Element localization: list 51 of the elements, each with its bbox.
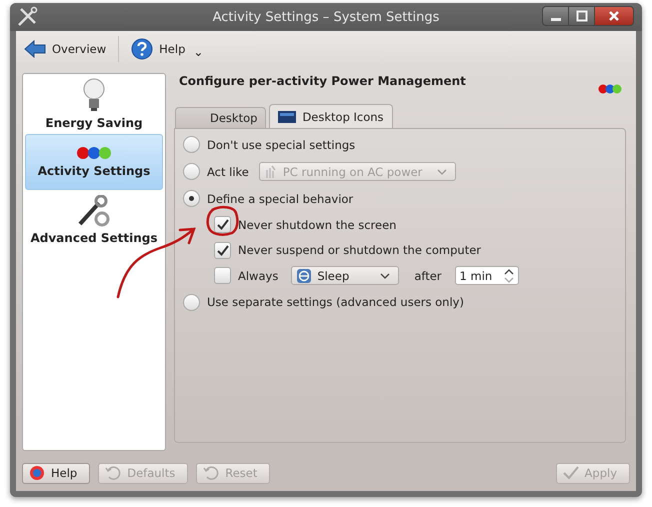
undo-icon [203, 466, 220, 480]
radio-button[interactable] [183, 163, 200, 180]
page-heading: Configure per-activity Power Management [179, 74, 466, 88]
undo-icon [105, 466, 122, 480]
option-label[interactable]: Act like [207, 164, 249, 178]
window-title: Activity Settings – System Settings [212, 10, 440, 24]
checkmark-icon [562, 466, 579, 480]
sidebar-item[interactable]: Activity Settings [25, 134, 163, 190]
checkbox-label[interactable]: Never suspend or shutdown the computer [238, 243, 482, 258]
spin-arrows-icon [504, 268, 514, 283]
wrench-gear-icon [77, 195, 111, 227]
checkbox[interactable] [214, 242, 231, 259]
battery-icon [264, 164, 277, 178]
option-label[interactable]: Define a special behavior [207, 192, 354, 206]
checkbox[interactable] [214, 216, 231, 234]
tab[interactable]: Desktop Icons [269, 104, 393, 128]
duration-spinbox[interactable]: 1 min [454, 266, 519, 286]
dropdown-arrow[interactable]: ⌄ [193, 45, 204, 59]
tab[interactable]: Desktop [175, 107, 266, 128]
chevron-down-icon [436, 168, 447, 174]
action-dropdown[interactable]: Sleep [291, 266, 400, 286]
toolbar-button[interactable]: Overview [20, 37, 110, 61]
activities-icon [598, 84, 622, 94]
minimize-button[interactable] [542, 6, 568, 26]
chevron-down-icon [380, 272, 390, 279]
toolbar-button[interactable]: Help [127, 36, 190, 62]
radio-button[interactable] [183, 136, 200, 153]
sidebar-item[interactable]: Advanced Settings [25, 192, 163, 248]
option-label[interactable]: Use separate settings (advanced users only) [207, 295, 464, 309]
desktop-icon [278, 110, 296, 122]
checkbox[interactable] [214, 267, 231, 284]
tools-icon [16, 6, 38, 28]
maximize-icon [576, 10, 588, 22]
sidebar-item[interactable]: Energy Saving [25, 76, 163, 132]
after-label: after [414, 268, 442, 283]
radio-button[interactable] [183, 190, 200, 207]
activities-icon [76, 146, 112, 160]
lifebuoy-icon [29, 465, 45, 481]
back-arrow-icon [24, 39, 46, 59]
help-icon [131, 38, 154, 60]
close-icon [608, 10, 620, 22]
light-bulb-icon [82, 78, 106, 112]
radio-button[interactable] [183, 294, 200, 310]
option-label[interactable]: Don't use special settings [207, 138, 356, 152]
checkbox-label[interactable]: Never shutdown the screen [238, 218, 396, 232]
maximize-button[interactable] [568, 6, 594, 26]
close-button[interactable] [594, 6, 634, 26]
minimize-icon [550, 18, 560, 21]
dialog-button[interactable]: Help [22, 462, 90, 484]
checkbox-label[interactable]: Always [238, 268, 278, 283]
sleep-icon [297, 268, 312, 283]
